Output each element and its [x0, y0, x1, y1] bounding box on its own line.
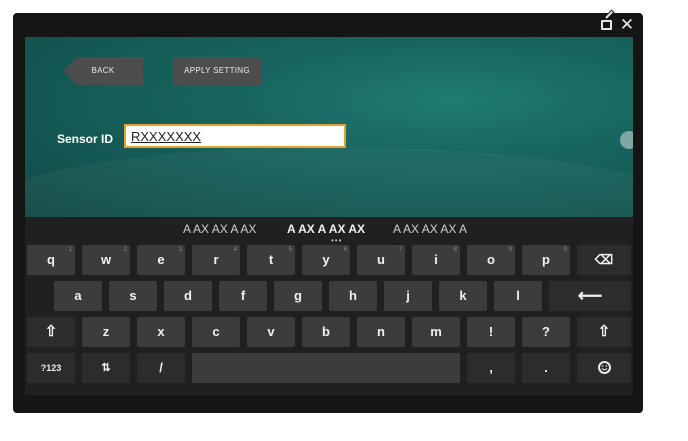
emoji-icon: [597, 361, 611, 375]
apply-setting-button[interactable]: APPLY SETTING: [173, 57, 261, 85]
tablet-frame: ✕ BACK APPLY SETTING Sensor ID RXXXXXXX …: [13, 10, 643, 413]
key-z[interactable]: z: [82, 317, 130, 347]
key-l[interactable]: l: [494, 281, 542, 311]
key-k[interactable]: k: [439, 281, 487, 311]
key-c[interactable]: c: [192, 317, 240, 347]
keyboard-settings-icon: ⇅: [101, 362, 111, 374]
key-f[interactable]: f: [219, 281, 267, 311]
key-d[interactable]: d: [164, 281, 212, 311]
key-o[interactable]: o9: [467, 245, 515, 275]
sensor-id-label: Sensor ID: [57, 132, 114, 146]
close-icon[interactable]: ✕: [618, 16, 636, 34]
popout-icon[interactable]: [598, 10, 616, 34]
key-g[interactable]: g: [274, 281, 322, 311]
suggestion-bar: A AX AX A AX A AX A AX AX A AX AX AX A •…: [25, 217, 633, 245]
suggestion-1[interactable]: A AX AX A AX: [183, 222, 256, 236]
suggestion-2[interactable]: A AX A AX AX: [287, 222, 365, 236]
key-comma[interactable]: ,: [467, 353, 515, 383]
suggestion-3[interactable]: A AX AX AX A: [393, 222, 467, 236]
key-w[interactable]: w2: [82, 245, 130, 275]
spacebar-key[interactable]: [192, 353, 460, 383]
key-question[interactable]: ?: [522, 317, 570, 347]
on-screen-keyboard: A AX AX A AX A AX A AX AX A AX AX AX A •…: [25, 217, 633, 395]
backspace-icon: ⌫: [594, 252, 614, 267]
key-h[interactable]: h: [329, 281, 377, 311]
key-b[interactable]: b: [302, 317, 350, 347]
key-y[interactable]: y6: [302, 245, 350, 275]
shift-icon: ⇧: [44, 323, 58, 340]
key-v[interactable]: v: [247, 317, 295, 347]
scroll-handle[interactable]: [620, 131, 633, 149]
key-slash[interactable]: /: [137, 353, 185, 383]
key-j[interactable]: j: [384, 281, 432, 311]
key-x[interactable]: x: [137, 317, 185, 347]
shift-right-key[interactable]: ⇧: [577, 317, 631, 347]
shift-icon: ⇧: [597, 323, 611, 340]
key-t[interactable]: t5: [247, 245, 295, 275]
key-u[interactable]: u7: [357, 245, 405, 275]
key-q[interactable]: q1: [27, 245, 75, 275]
sensor-id-input[interactable]: RXXXXXXX: [124, 124, 346, 148]
emoji-key[interactable]: [577, 353, 631, 383]
key-s[interactable]: s: [109, 281, 157, 311]
key-exclamation[interactable]: !: [467, 317, 515, 347]
backspace-key[interactable]: ⌫: [577, 245, 631, 275]
keyboard-settings-key[interactable]: ⇅: [82, 353, 130, 383]
enter-key[interactable]: ⟵: [549, 281, 631, 311]
key-n[interactable]: n: [357, 317, 405, 347]
key-r[interactable]: r4: [192, 245, 240, 275]
back-button[interactable]: BACK: [63, 57, 143, 85]
symbols-key[interactable]: ?123: [27, 353, 75, 383]
key-e[interactable]: e3: [137, 245, 185, 275]
key-a[interactable]: a: [54, 281, 102, 311]
window-title-bar: ✕: [13, 10, 643, 37]
key-m[interactable]: m: [412, 317, 460, 347]
more-suggestions-indicator: •••: [331, 236, 343, 245]
shift-left-key[interactable]: ⇧: [27, 317, 75, 347]
key-p[interactable]: p0: [522, 245, 570, 275]
enter-icon: ⟵: [577, 286, 603, 305]
key-i[interactable]: i8: [412, 245, 460, 275]
app-screen: BACK APPLY SETTING Sensor ID RXXXXXXX: [25, 37, 633, 217]
key-period[interactable]: .: [522, 353, 570, 383]
